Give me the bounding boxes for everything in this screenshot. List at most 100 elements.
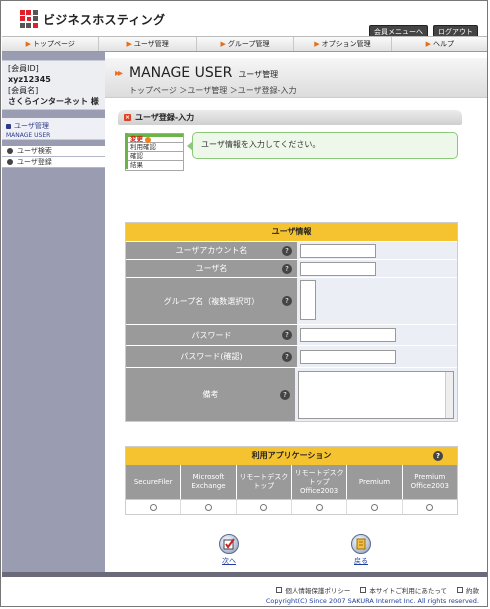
help-icon[interactable]: ? bbox=[282, 330, 292, 340]
label-user-name: ユーザ名? bbox=[126, 260, 297, 277]
nav-label: オプション管理 bbox=[321, 40, 371, 48]
member-name-label: [会員名] bbox=[8, 86, 39, 95]
nav-user-management[interactable]: ▶ ユーザ管理 bbox=[99, 37, 197, 51]
help-icon[interactable]: ? bbox=[433, 451, 443, 461]
form-title: ユーザ情報 bbox=[126, 223, 457, 241]
user-name-input[interactable] bbox=[300, 261, 376, 276]
row-password: パスワード? bbox=[126, 324, 457, 345]
footer-link-label: 本サイトご利用にあたって bbox=[369, 587, 447, 595]
arrow-icon: ▶ bbox=[314, 40, 320, 48]
col-exchange: Microsoft Exchange bbox=[181, 465, 237, 499]
field-label: 備考 bbox=[202, 390, 219, 399]
arrow-icon: ▶ bbox=[126, 40, 132, 48]
help-icon[interactable]: ? bbox=[282, 351, 292, 362]
close-icon: × bbox=[124, 114, 131, 121]
label-notes: 備考? bbox=[126, 368, 295, 421]
sidebar-menu: ユーザ検索 ユーザ登録 bbox=[2, 146, 105, 168]
nav-help[interactable]: ▶ ヘルプ bbox=[391, 37, 487, 51]
back-button[interactable]: 戻る bbox=[351, 534, 371, 566]
sidebar: [会員ID] xyz12345 [会員名] さくらインターネット 様 ユーザ管理… bbox=[2, 52, 105, 572]
page-title-text: MANAGE USER bbox=[129, 65, 233, 81]
section-title: ユーザ管理 bbox=[14, 122, 49, 130]
step-indicator: 変更 利用確認 確認 結果 bbox=[125, 133, 184, 171]
link-icon bbox=[360, 587, 367, 593]
app-table-title: 利用アプリケーション? bbox=[126, 447, 457, 465]
bullet-icon bbox=[7, 159, 13, 165]
col-remote-desktop: リモートデスクトップ bbox=[237, 465, 292, 499]
privacy-policy-link[interactable]: 個人情報保護ポリシー bbox=[276, 585, 350, 595]
step-result: 結果 bbox=[130, 161, 143, 169]
step-confirm: 確認 bbox=[126, 152, 183, 161]
account-name-input[interactable] bbox=[300, 243, 376, 258]
back-label: 戻る bbox=[354, 557, 368, 565]
nav-option-management[interactable]: ▶ オプション管理 bbox=[294, 37, 392, 51]
step-indicator-bar bbox=[125, 133, 128, 169]
page-title-band: ▸▸ MANAGE USER ユーザ管理 トップページ ＞ユーザ管理 ＞ユーザ登録… bbox=[105, 58, 487, 98]
radio-remote-desktop[interactable] bbox=[260, 503, 268, 511]
instruction-message: ユーザ情報を入力してください。 bbox=[187, 132, 458, 159]
agreement-link[interactable]: 約款 bbox=[457, 585, 479, 595]
row-user-name: ユーザ名? bbox=[126, 259, 457, 277]
next-check-icon bbox=[219, 534, 239, 554]
field-label: パスワード(確認) bbox=[180, 352, 243, 361]
password-input[interactable] bbox=[300, 328, 396, 342]
instruction-text: ユーザ情報を入力してください。 bbox=[201, 140, 321, 149]
member-id-label: [会員ID] bbox=[8, 64, 39, 73]
site-terms-link[interactable]: 本サイトご利用にあたって bbox=[360, 585, 447, 595]
app-radio-row bbox=[126, 499, 457, 514]
help-icon[interactable]: ? bbox=[280, 389, 290, 400]
group-multiselect[interactable] bbox=[300, 280, 316, 320]
brand-logo[interactable]: ビジネスホスティング bbox=[20, 10, 165, 28]
nav-label: グループ管理 bbox=[227, 40, 270, 48]
bullet-icon bbox=[7, 148, 13, 154]
copyright: Copyright(C) Since 2007 SAKURA Internet … bbox=[265, 597, 479, 605]
footer-link-label: 個人情報保護ポリシー bbox=[285, 587, 351, 595]
label-password: パスワード? bbox=[126, 325, 297, 345]
title-arrows-icon: ▸▸ bbox=[115, 68, 123, 79]
arrow-icon: ▶ bbox=[25, 40, 31, 48]
sidebar-item-label: ユーザ登録 bbox=[17, 158, 52, 166]
help-icon[interactable]: ? bbox=[282, 263, 292, 274]
nav-group-management[interactable]: ▶ グループ管理 bbox=[196, 37, 295, 51]
page-title-sub: ユーザ管理 bbox=[238, 70, 279, 79]
footer-link-label: 約款 bbox=[466, 587, 479, 595]
radio-premium[interactable] bbox=[370, 503, 378, 511]
footer-bar bbox=[2, 572, 487, 577]
radio-premium-office[interactable] bbox=[426, 503, 434, 511]
col-premium: Premium bbox=[347, 465, 403, 499]
field-label: グループ名（複数選択可） bbox=[163, 296, 260, 306]
scrollbar[interactable] bbox=[445, 371, 453, 418]
bullet-icon bbox=[6, 123, 11, 129]
nav-top-page[interactable]: ▶ トップページ bbox=[2, 37, 100, 51]
row-group-name: グループ名（複数選択可）? bbox=[126, 277, 457, 324]
field-label: ユーザアカウント名 bbox=[175, 246, 248, 255]
next-label: 次へ bbox=[222, 557, 236, 565]
next-button[interactable]: 次へ bbox=[219, 534, 239, 566]
radio-remote-desktop-office[interactable] bbox=[315, 503, 323, 511]
sakura-logo-icon bbox=[20, 10, 38, 28]
help-icon[interactable]: ? bbox=[282, 245, 292, 256]
notes-textarea[interactable] bbox=[298, 370, 454, 419]
col-premium-office: Premium Office2003 bbox=[410, 473, 449, 490]
window-frame: ビジネスホスティング 会員メニューへ ログアウト ▶ トップページ ▶ ユーザ管理 … bbox=[0, 0, 488, 607]
section-heading: × ユーザ登録-入力 bbox=[118, 110, 462, 125]
link-icon bbox=[276, 587, 283, 593]
arrow-icon: ▶ bbox=[220, 40, 226, 48]
link-icon bbox=[457, 587, 463, 593]
radio-exchange[interactable] bbox=[204, 503, 212, 511]
sidebar-section-user-management[interactable]: ユーザ管理 MANAGE USER bbox=[2, 118, 105, 140]
sidebar-item-user-search[interactable]: ユーザ検索 bbox=[2, 146, 105, 157]
app-title-text: 利用アプリケーション bbox=[251, 451, 332, 460]
header: ビジネスホスティング 会員メニューへ ログアウト bbox=[2, 2, 487, 39]
radio-securefiler[interactable] bbox=[149, 503, 157, 511]
password-confirm-input[interactable] bbox=[300, 349, 396, 364]
member-info: [会員ID] xyz12345 [会員名] さくらインターネット 様 bbox=[2, 60, 105, 110]
sidebar-item-user-register[interactable]: ユーザ登録 bbox=[2, 157, 105, 168]
row-account-name: ユーザアカウント名? bbox=[126, 241, 457, 259]
section-heading-text: ユーザ登録-入力 bbox=[135, 113, 195, 122]
member-name: さくらインターネット 様 bbox=[8, 97, 99, 106]
member-id: xyz12345 bbox=[8, 75, 51, 84]
help-icon[interactable]: ? bbox=[282, 296, 292, 306]
col-remote-desktop-office: リモートデスクトップ Office2003 bbox=[292, 465, 348, 499]
field-label: パスワード bbox=[191, 330, 232, 340]
